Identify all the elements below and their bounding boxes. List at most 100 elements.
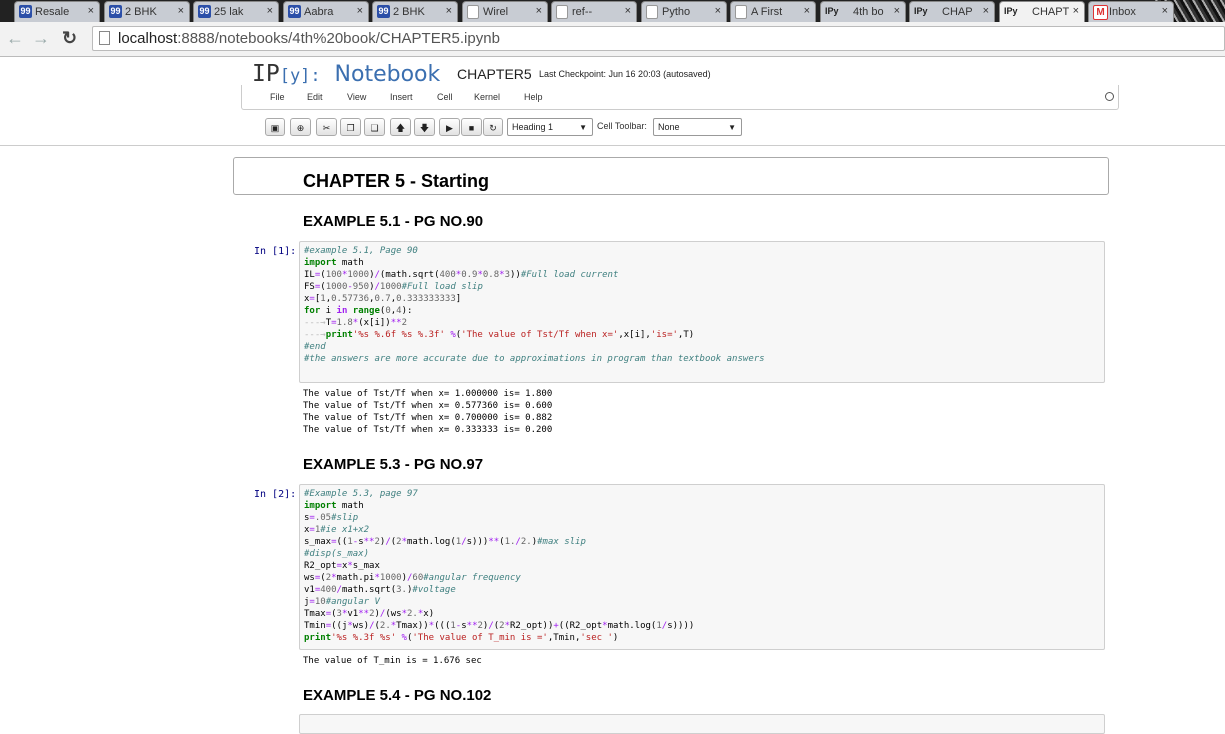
url-text[interactable]: localhost:8888/notebooks/4th%20book/CHAP… xyxy=(118,30,500,47)
code-line: v1=400/math.sqrt(3.)#voltage xyxy=(304,585,456,595)
browser-tab-title: Aabra xyxy=(304,6,334,18)
browser-tab[interactable]: ref-- × xyxy=(551,1,637,22)
code-line: R2_opt=x*s_max xyxy=(304,561,380,571)
browser-tab[interactable]: 99 25 lak × xyxy=(193,1,279,22)
back-arrow-icon[interactable]: ← xyxy=(6,28,24,48)
url-host: localhost xyxy=(118,30,178,47)
example-5-4-heading: EXAMPLE 5.4 - PG NO.102 xyxy=(303,687,492,704)
close-tab-icon[interactable]: × xyxy=(1162,5,1168,17)
play-icon: ▶ xyxy=(446,123,453,133)
cell-toolbar-value: None xyxy=(658,122,680,132)
restart-icon: ↻ xyxy=(489,123,497,133)
browser-tab-title: Resale xyxy=(35,6,70,18)
menu-view[interactable]: View xyxy=(347,92,366,102)
checkpoint-status: Last Checkpoint: Jun 16 20:03 (autosaved… xyxy=(539,69,711,79)
close-tab-icon[interactable]: × xyxy=(178,5,184,17)
close-tab-icon[interactable]: × xyxy=(536,5,542,17)
code-line: #Example 5.3, page 97 xyxy=(304,489,418,499)
close-tab-icon[interactable]: × xyxy=(715,5,721,17)
menu-edit[interactable]: Edit xyxy=(307,92,323,102)
code-line: ws=(2*math.pi*1000)/60#angular frequency xyxy=(304,573,521,583)
forward-arrow-icon[interactable]: → xyxy=(32,28,50,48)
cell-toolbar-select[interactable]: None ▼ xyxy=(653,118,742,136)
browser-tab[interactable]: Pytho × xyxy=(641,1,727,22)
menu-help[interactable]: Help xyxy=(524,92,543,102)
close-tab-icon[interactable]: × xyxy=(894,5,900,17)
copy-button[interactable]: ❐ xyxy=(340,118,361,136)
dropdown-arrow-icon: ▼ xyxy=(728,123,736,132)
example-5-1-heading: EXAMPLE 5.1 - PG NO.90 xyxy=(303,213,484,230)
selected-heading-cell[interactable]: CHAPTER 5 - Starting xyxy=(233,157,1109,195)
browser-tab[interactable]: IPy CHAPT × xyxy=(999,1,1085,22)
browser-tab-title: CHAPT xyxy=(1032,6,1070,18)
browser-toolbar: ← → ↻ localhost:8888/notebooks/4th%20boo… xyxy=(0,22,1225,57)
logo-notebook: Notebook xyxy=(334,62,441,87)
code-line: #disp(s_max) xyxy=(304,549,370,559)
ipython-logo[interactable]: IP[y]: Notebook xyxy=(252,61,440,87)
move-down-button[interactable]: 🡇 xyxy=(414,118,435,136)
browser-tab[interactable]: 99 Aabra × xyxy=(283,1,369,22)
close-tab-icon[interactable]: × xyxy=(357,5,363,17)
menu-kernel[interactable]: Kernel xyxy=(474,92,500,102)
run-button[interactable]: ▶ xyxy=(439,118,460,136)
cell-type-select[interactable]: Heading 1 ▼ xyxy=(507,118,593,136)
code-cell-1[interactable]: #example 5.1, Page 90 import math IL=(100*… xyxy=(299,241,1105,383)
close-tab-icon[interactable]: × xyxy=(88,5,94,17)
browser-tab-title: CHAP xyxy=(942,6,973,18)
code-cell-2[interactable]: #Example 5.3, page 97 import math s=.05#sl… xyxy=(299,484,1105,650)
move-up-button[interactable]: 🡅 xyxy=(390,118,411,136)
browser-tab[interactable]: 99 2 BHK × xyxy=(372,1,458,22)
ipython-icon: IPy xyxy=(1004,6,1018,16)
browser-tab-strip: 99 Resale × 99 2 BHK × 99 25 lak × 99 Aabra × 99 2 BH… xyxy=(0,0,1225,22)
browser-tab[interactable]: IPy 4th bo × xyxy=(820,1,906,22)
code-line: ---→T=1.8*(x[i])**2 xyxy=(304,318,407,328)
close-tab-icon[interactable]: × xyxy=(446,5,452,17)
close-tab-icon[interactable]: × xyxy=(1073,5,1079,17)
close-tab-icon[interactable]: × xyxy=(267,5,273,17)
code-cell-2-source[interactable]: #Example 5.3, page 97 import math s=.05#sl… xyxy=(304,488,1100,644)
gmail-icon: M xyxy=(1093,5,1108,20)
code-line: IL=(100*1000)/(math.sqrt(400*0.9*0.8*3))… xyxy=(304,270,619,280)
browser-tab[interactable]: Wirel × xyxy=(462,1,548,22)
menu-file[interactable]: File xyxy=(270,92,285,102)
notebook-toolbar: ▣ ⊕ ✂ ❐ ❑ 🡅 🡇 ▶ ■ ↻ Heading 1 ▼ Cell Tool… xyxy=(0,118,1225,140)
close-tab-icon[interactable]: × xyxy=(625,5,631,17)
plus-icon: ⊕ xyxy=(296,123,305,133)
notebook-name[interactable]: CHAPTER5 xyxy=(457,66,532,82)
browser-tab[interactable]: A First × xyxy=(730,1,816,22)
browser-tab[interactable]: M Inbox × xyxy=(1088,1,1174,22)
browser-tab[interactable]: IPy CHAP × xyxy=(909,1,995,22)
code-line: #end xyxy=(304,342,326,352)
input-prompt-1: In [1]: xyxy=(254,246,297,257)
menu-insert[interactable]: Insert xyxy=(390,92,413,102)
browser-tab[interactable]: 99 Resale × xyxy=(14,1,100,22)
code-cell-1-source[interactable]: #example 5.1, Page 90 import math IL=(100*… xyxy=(304,245,1100,365)
address-bar[interactable]: localhost:8888/notebooks/4th%20book/CHAP… xyxy=(92,26,1225,51)
close-tab-icon[interactable]: × xyxy=(983,5,989,17)
menu-cell[interactable]: Cell xyxy=(437,92,453,102)
close-tab-icon[interactable]: × xyxy=(804,5,810,17)
site-99-icon: 99 xyxy=(377,5,390,18)
browser-tab-title: A First xyxy=(751,6,783,18)
code-line: for i in range(0,4): xyxy=(304,306,413,316)
input-prompt-2: In [2]: xyxy=(254,489,297,500)
cell-type-value: Heading 1 xyxy=(512,122,554,132)
browser-tab[interactable]: 99 2 BHK × xyxy=(104,1,190,22)
output-line: The value of Tst/Tf when x= 1.000000 is=… xyxy=(303,389,553,399)
logo-ip: IP xyxy=(252,61,280,87)
paste-button[interactable]: ❑ xyxy=(364,118,385,136)
code-line: print'%s %.3f %s' %('The value of T_min … xyxy=(304,633,619,643)
code-line: x=1#ie x1+x2 xyxy=(304,525,370,535)
page-icon xyxy=(646,5,658,19)
interrupt-button[interactable]: ■ xyxy=(461,118,482,136)
code-cell-3[interactable] xyxy=(299,714,1105,734)
reload-icon[interactable]: ↻ xyxy=(62,28,77,48)
cut-button[interactable]: ✂ xyxy=(316,118,337,136)
restart-button[interactable]: ↻ xyxy=(483,118,503,136)
page-icon xyxy=(556,5,568,19)
output-area-2: The value of T_min is = 1.676 sec xyxy=(303,655,482,667)
save-button[interactable]: ▣ xyxy=(265,118,285,136)
insert-cell-button[interactable]: ⊕ xyxy=(290,118,311,136)
site-99-icon: 99 xyxy=(109,5,122,18)
site-99-icon: 99 xyxy=(198,5,211,18)
